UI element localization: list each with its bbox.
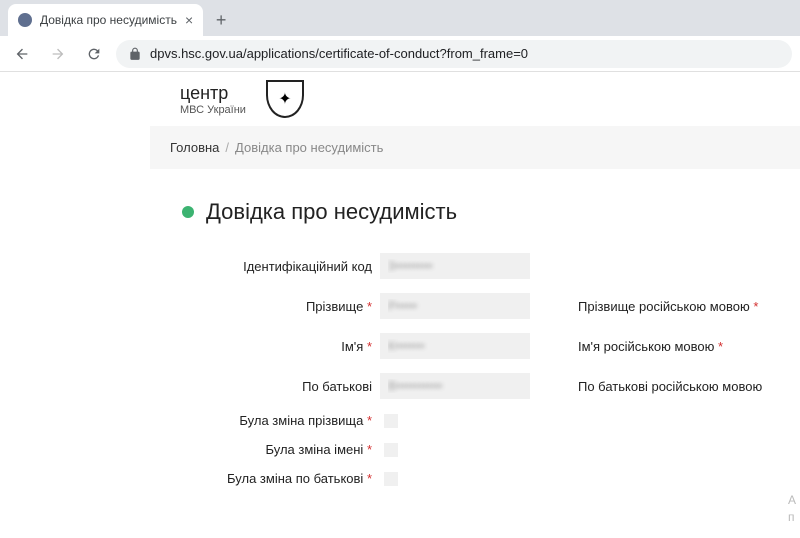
breadcrumb-home[interactable]: Головна [170,140,219,155]
lock-icon [128,47,142,61]
page-title-row: Довідка про несудимість [182,199,800,225]
row-patronymic: По батькові По батькові російською мовою [182,373,800,399]
label-patronymic: По батькові [182,379,372,394]
checkbox-surname-changed[interactable] [384,414,398,428]
input-patronymic[interactable] [380,373,530,399]
breadcrumb-current: Довідка про несудимість [235,140,383,155]
row-name-changed: Була зміна імені * [182,442,800,457]
input-id-code[interactable] [380,253,530,279]
breadcrumb: Головна / Довідка про несудимість [150,126,800,169]
application-form: Ідентифікаційний код Прізвище * Прізвище… [182,253,800,486]
tab-title: Довідка про несудимість [40,13,177,27]
label-name-changed: Була зміна імені * [182,442,372,457]
input-name[interactable] [380,333,530,359]
emblem-icon: ✦ [266,80,304,118]
input-surname[interactable] [380,293,530,319]
logo-title: центр [180,83,246,104]
arrow-right-icon [50,46,66,62]
logo-subtitle: МВС України [180,104,246,116]
checkbox-patronymic-changed[interactable] [384,472,398,486]
favicon-icon [18,13,32,27]
row-name: Ім'я * Ім'я російською мовою * [182,333,800,359]
label-surname-ru: Прізвище російською мовою * [578,299,758,314]
breadcrumb-separator: / [225,140,229,155]
label-name-ru: Ім'я російською мовою * [578,339,723,354]
logo-block: центр МВС України [180,83,246,116]
site-header: центр МВС України ✦ [0,72,800,126]
back-button[interactable] [8,40,36,68]
forward-button[interactable] [44,40,72,68]
browser-toolbar: dpvs.hsc.gov.ua/applications/certificate… [0,36,800,72]
browser-tab-strip: Довідка про несудимість × + [0,0,800,36]
page-title: Довідка про несудимість [206,199,457,225]
row-surname: Прізвище * Прізвище російською мовою * [182,293,800,319]
label-patronymic-ru: По батькові російською мовою [578,379,762,394]
row-id-code: Ідентифікаційний код [182,253,800,279]
status-dot-icon [182,206,194,218]
reload-icon [86,46,102,62]
arrow-left-icon [14,46,30,62]
url-text: dpvs.hsc.gov.ua/applications/certificate… [150,46,528,61]
new-tab-button[interactable]: + [207,6,235,34]
label-name: Ім'я * [182,339,372,354]
label-id-code: Ідентифікаційний код [182,259,372,274]
checkbox-name-changed[interactable] [384,443,398,457]
reload-button[interactable] [80,40,108,68]
label-patronymic-changed: Була зміна по батькові * [182,471,372,486]
side-hint: А п [788,492,796,526]
label-surname-changed: Була зміна прізвища * [182,413,372,428]
row-patronymic-changed: Була зміна по батькові * [182,471,800,486]
page-content: центр МВС України ✦ Головна / Довідка пр… [0,72,800,538]
browser-tab-active[interactable]: Довідка про несудимість × [8,4,203,36]
label-surname: Прізвище * [182,299,372,314]
url-bar[interactable]: dpvs.hsc.gov.ua/applications/certificate… [116,40,792,68]
close-icon[interactable]: × [185,12,193,28]
row-surname-changed: Була зміна прізвища * [182,413,800,428]
